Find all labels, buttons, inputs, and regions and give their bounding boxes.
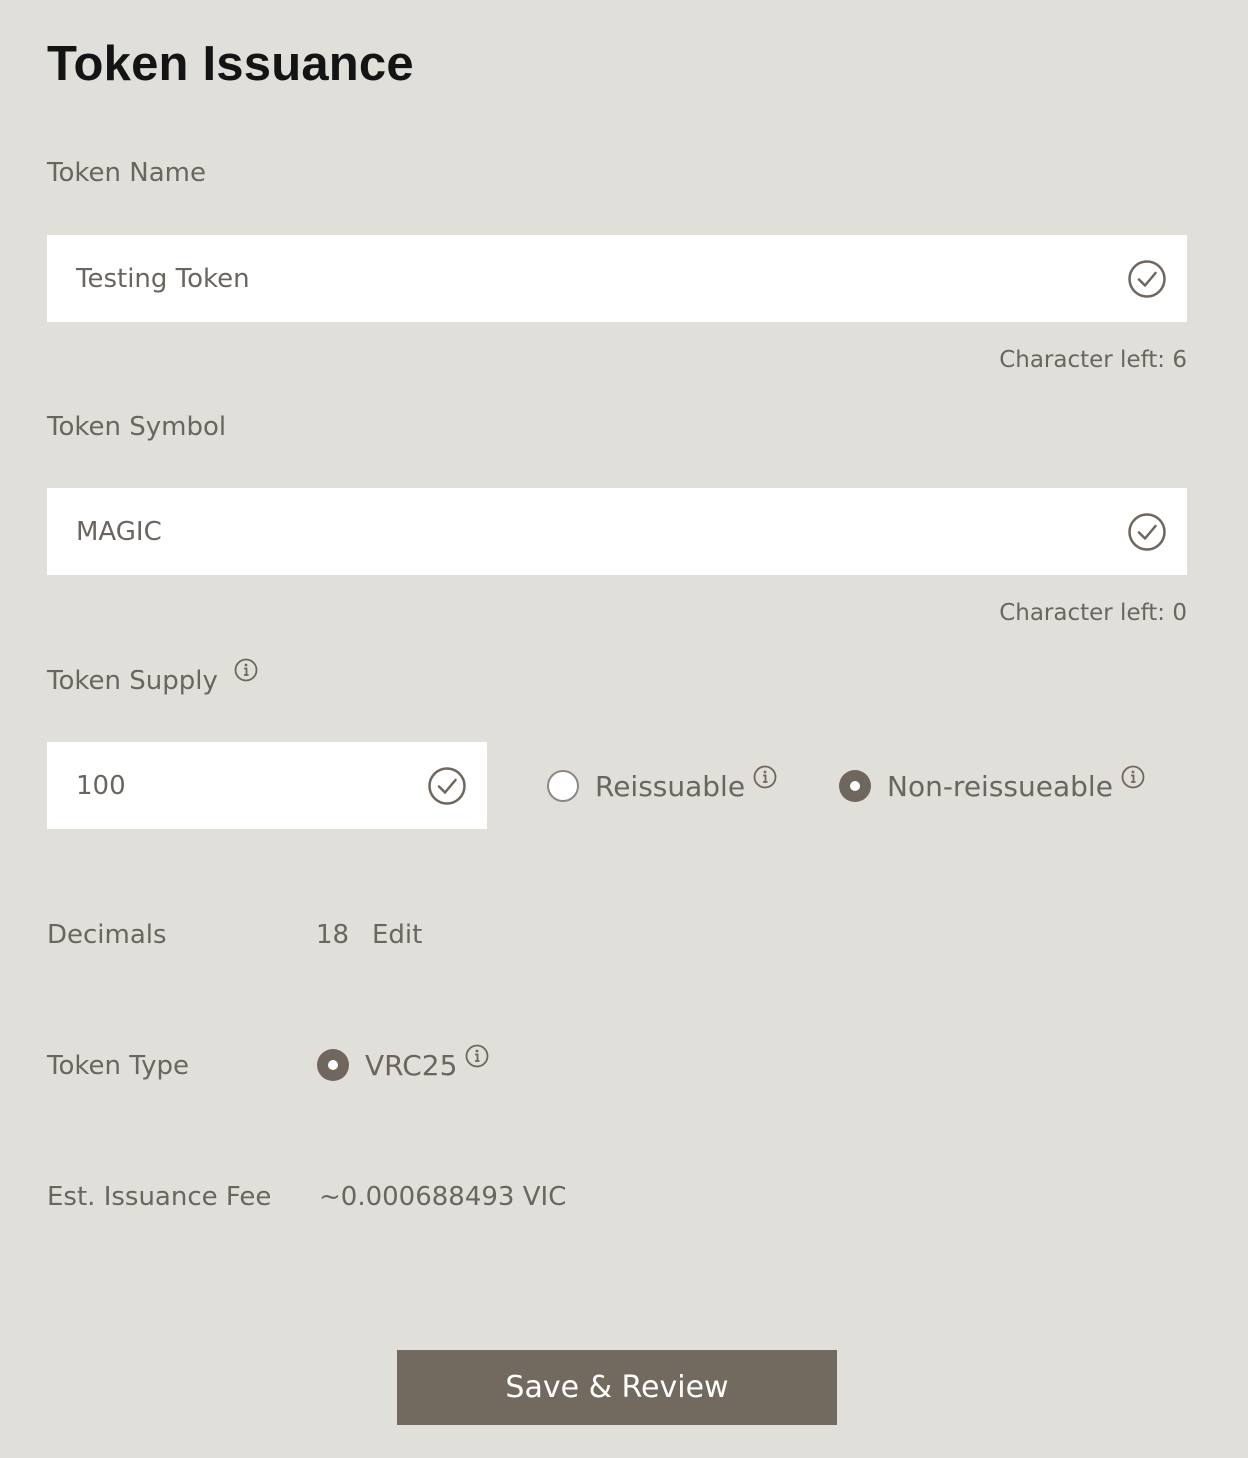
check-circle-icon bbox=[1128, 513, 1166, 551]
token-name-char-left: Character left: 6 bbox=[999, 347, 1187, 373]
check-circle-icon bbox=[1128, 260, 1166, 298]
decimals-edit-link[interactable]: Edit bbox=[372, 918, 422, 952]
token-symbol-char-left: Character left: 0 bbox=[999, 600, 1187, 626]
decimals-value: 18 bbox=[316, 920, 350, 950]
token-supply-input[interactable]: 100 bbox=[47, 742, 487, 829]
vrc25-option[interactable]: VRC25 bbox=[317, 1043, 489, 1087]
vrc25-label[interactable]: VRC25 bbox=[365, 1049, 457, 1082]
reissuable-option[interactable]: Reissuable bbox=[547, 764, 777, 808]
reissuable-label[interactable]: Reissuable bbox=[595, 770, 745, 803]
page-title: Token Issuance bbox=[47, 37, 414, 91]
info-icon[interactable] bbox=[465, 1044, 489, 1068]
non-reissuable-radio[interactable] bbox=[839, 770, 871, 802]
token-symbol-label: Token Symbol bbox=[47, 412, 227, 442]
reissuable-radio[interactable] bbox=[547, 770, 579, 802]
decimals-label: Decimals bbox=[47, 920, 167, 950]
token-name-input[interactable]: Testing Token bbox=[47, 235, 1187, 322]
check-circle-icon bbox=[428, 767, 466, 805]
token-symbol-value: MAGIC bbox=[76, 516, 162, 547]
vrc25-radio[interactable] bbox=[317, 1049, 349, 1081]
token-supply-value: 100 bbox=[76, 770, 126, 801]
info-icon[interactable] bbox=[234, 658, 258, 682]
save-review-button[interactable]: Save & Review bbox=[397, 1350, 837, 1425]
token-symbol-input[interactable]: MAGIC bbox=[47, 488, 1187, 575]
token-supply-label: Token Supply bbox=[47, 666, 218, 696]
token-type-label: Token Type bbox=[47, 1051, 189, 1081]
info-icon[interactable] bbox=[753, 765, 777, 789]
non-reissuable-option[interactable]: Non-reissueable bbox=[839, 764, 1145, 808]
token-supply-label-row: Token Supply bbox=[47, 658, 258, 698]
token-name-value: Testing Token bbox=[76, 263, 250, 294]
non-reissuable-label[interactable]: Non-reissueable bbox=[887, 770, 1113, 803]
token-name-label: Token Name bbox=[47, 158, 206, 188]
issuance-fee-label: Est. Issuance Fee bbox=[47, 1182, 272, 1212]
info-icon[interactable] bbox=[1121, 765, 1145, 789]
issuance-fee-value: ~0.000688493 VIC bbox=[319, 1182, 567, 1212]
